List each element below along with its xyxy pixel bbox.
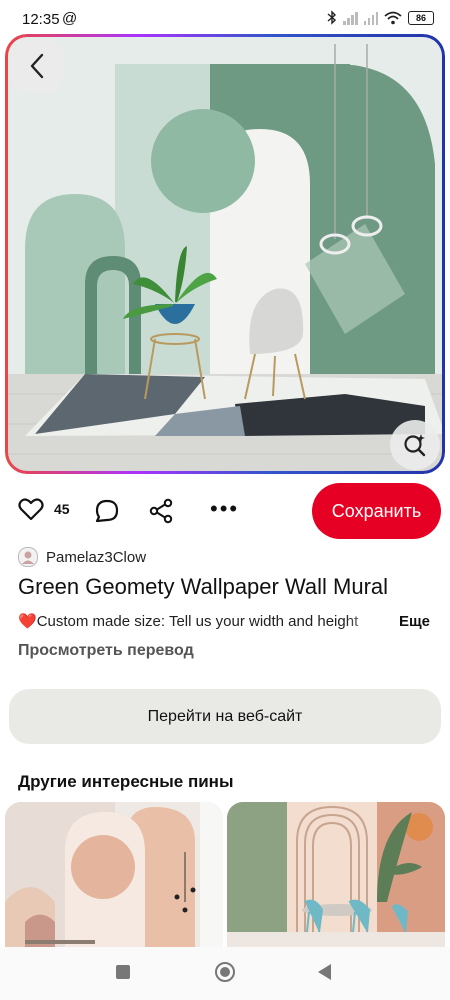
related-pin-1[interactable] [5,802,223,947]
recents-icon[interactable] [116,965,130,979]
share-icon [149,498,173,524]
share-button[interactable] [148,498,174,529]
action-bar: 45 ••• Сохранить [0,482,450,540]
status-time: 12:35 [22,11,60,28]
comment-icon [95,499,119,523]
chevron-left-icon [30,53,44,79]
signal-icon-1 [343,11,358,25]
home-icon[interactable] [215,962,235,982]
visual-search-icon [404,434,426,457]
system-navigation-bar [0,947,450,1000]
author-name: Pamelaz3Clow [46,548,147,566]
back-button[interactable] [11,40,63,92]
like-button[interactable]: 45 [18,497,70,521]
pin-description-text: Custom made size: Tell us your width and… [36,613,359,630]
related-pins-heading: Другие интересные пины [18,772,234,791]
view-translation-link[interactable]: Просмотреть перевод [18,642,194,660]
heart-icon [18,498,44,521]
at-icon: @ [62,10,78,27]
save-button[interactable]: Сохранить [312,483,441,539]
visit-website-button[interactable]: Перейти на веб-сайт [9,689,441,744]
related-pin-2[interactable] [227,802,445,947]
status-bar: 12:35 @ 86 [0,0,450,38]
author-row[interactable]: Pamelaz3Clow [18,547,146,567]
pin-image[interactable] [5,34,445,474]
mural-room-illustration [5,34,445,474]
visual-search-button[interactable] [390,420,440,470]
back-triangle-icon[interactable] [318,964,331,980]
like-count: 45 [54,501,70,517]
related-pin-image-2 [227,802,445,947]
bluetooth-icon [327,10,337,25]
more-options-button[interactable]: ••• [210,498,239,520]
related-pin-image-1 [5,802,223,947]
expand-description-link[interactable]: Еще [399,613,430,630]
heart-emoji: ❤️ [18,613,37,630]
comment-button[interactable] [94,498,120,529]
signal-icon-2 [363,11,378,25]
wifi-icon [384,11,402,24]
pin-title: Green Geomety Wallpaper Wall Mural [18,574,389,599]
avatar [18,547,38,567]
pin-description: ❤️Custom made size: Tell us your width a… [18,612,390,630]
battery-icon: 86 [408,10,434,25]
